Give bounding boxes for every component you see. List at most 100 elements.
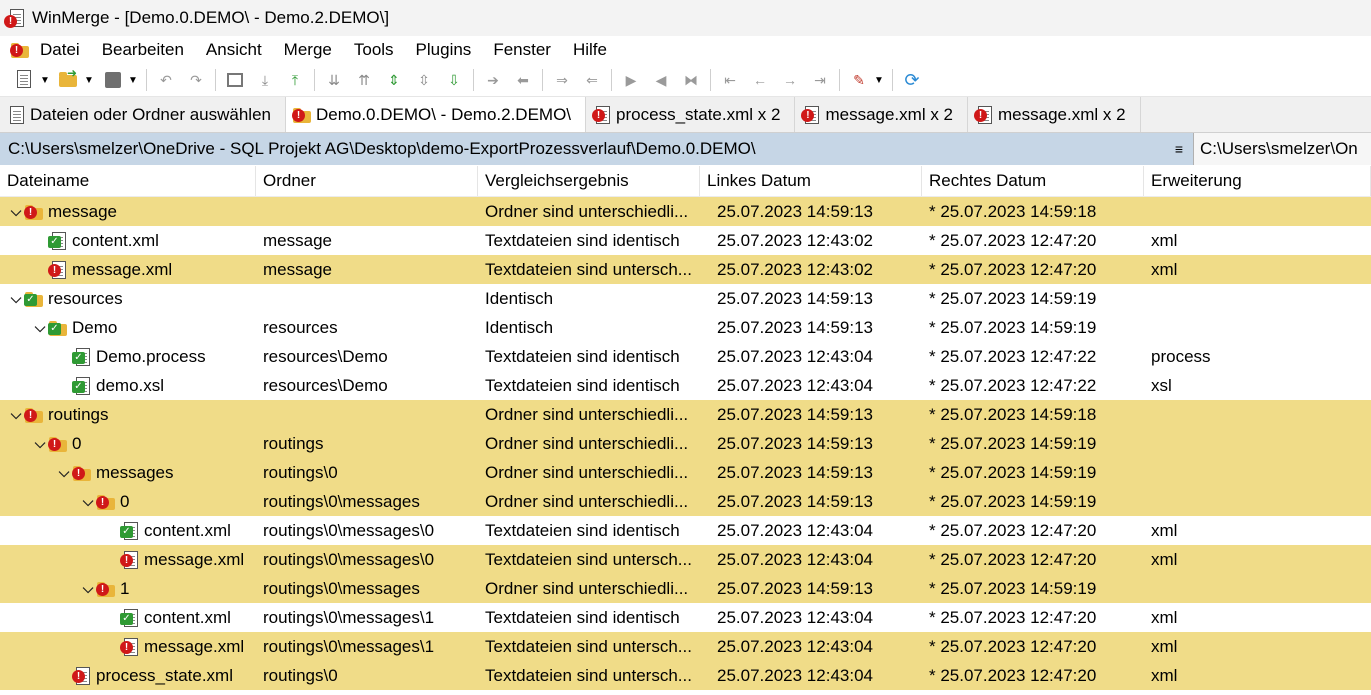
table-row[interactable]: ✓ content.xml routings\0\messages\0 Textdat…	[0, 516, 1371, 545]
all-left-icon[interactable]: ◀	[650, 69, 672, 91]
table-row[interactable]: ⌵! 1 routings\0\messages Ordner sind unters…	[0, 574, 1371, 603]
table-row[interactable]: ! process_state.xml routings\0 Textdateien …	[0, 661, 1371, 690]
cell-vergleichsergebnis: Textdateien sind identisch	[485, 346, 680, 366]
last-file-icon[interactable]: ⇥	[809, 69, 831, 91]
tab-process-state[interactable]: ! process_state.xml x 2	[586, 97, 796, 132]
prev-file-icon[interactable]: ←	[749, 69, 771, 91]
compare-icon[interactable]: ⧓	[680, 69, 702, 91]
table-row[interactable]: ✓ Demo.process resources\Demo Textdateien s…	[0, 342, 1371, 371]
menu-plugins[interactable]: Plugins	[416, 40, 472, 60]
table-row[interactable]: ⌵! message Ordner sind unterschiedli... 25.…	[0, 197, 1371, 226]
table-row[interactable]: ! message.xml routings\0\messages\0 Textdat…	[0, 545, 1371, 574]
file-name: resources	[48, 288, 123, 308]
save-icon[interactable]	[102, 69, 124, 91]
toolbar-separator	[839, 69, 840, 91]
table-row[interactable]: ✓ demo.xsl resources\Demo Textdateien sind …	[0, 371, 1371, 400]
chevron-down-icon[interactable]: ⌵	[80, 493, 96, 510]
next-diff-icon[interactable]: ⤓	[254, 69, 276, 91]
show-diff-icon[interactable]: ⇩	[443, 69, 465, 91]
table-row[interactable]: ⌵! routings Ordner sind unterschiedli... 25…	[0, 400, 1371, 429]
last-diff-icon[interactable]: ⇈	[353, 69, 375, 91]
table-row[interactable]: ⌵! messages routings\0 Ordner sind untersch…	[0, 458, 1371, 487]
table-row[interactable]: ⌵ ✓ resources Identisch 25.07.2023 14:59:13 *…	[0, 284, 1371, 313]
file-identical-icon: ✓	[48, 231, 68, 251]
copy-left-icon[interactable]: ⬅	[512, 69, 534, 91]
table-row[interactable]: ⌵ ✓ Demo resources Identisch 25.07.2023 14:59…	[0, 313, 1371, 342]
chevron-down-icon[interactable]: ⌵	[8, 406, 24, 423]
file-name: content.xml	[144, 607, 231, 627]
open-dropdown-icon[interactable]: ▼	[84, 69, 94, 91]
table-row[interactable]: ⌵! 0 routings\0\messages Ordner sind unters…	[0, 487, 1371, 516]
left-path[interactable]: C:\Users\smelzer\OneDrive - SQL Projekt …	[0, 139, 1165, 159]
table-row[interactable]: ! message.xml routings\0\messages\1 Textdat…	[0, 632, 1371, 661]
toolbar-separator	[215, 69, 216, 91]
cell-dateiname: ⌵! 0	[0, 429, 256, 458]
tools-icon[interactable]: ✎	[848, 69, 870, 91]
chevron-down-icon[interactable]: ⌵	[32, 319, 48, 336]
path-menu-icon[interactable]: ≡	[1165, 141, 1193, 157]
tab-select-files[interactable]: Dateien oder Ordner auswählen	[0, 97, 286, 132]
cell-vergleichsergebnis: Textdateien sind identisch	[485, 607, 680, 627]
new-icon[interactable]	[14, 69, 36, 91]
tab-message-2[interactable]: ! message.xml x 2	[968, 97, 1141, 132]
first-file-icon[interactable]: ⇤	[719, 69, 741, 91]
col-erweiterung[interactable]: Erweiterung	[1144, 166, 1371, 196]
first-diff-icon[interactable]: ⇊	[323, 69, 345, 91]
cell-ordner: message	[263, 230, 332, 250]
copy-left-advance-icon[interactable]: ⇐	[581, 69, 603, 91]
file-name: process_state.xml	[96, 665, 233, 685]
cell-dateiname: ! message.xml	[0, 632, 256, 661]
tab-message-1[interactable]: ! message.xml x 2	[795, 97, 968, 132]
document-menu-icon[interactable]: !	[10, 39, 32, 61]
col-linkes-datum[interactable]: Linkes Datum	[700, 166, 922, 196]
tools-dropdown-icon[interactable]: ▼	[874, 69, 884, 91]
cell-ordner	[256, 284, 478, 313]
menu-bearbeiten[interactable]: Bearbeiten	[102, 40, 184, 60]
col-ordner[interactable]: Ordner	[256, 166, 478, 196]
copy-right-advance-icon[interactable]: ⇒	[551, 69, 573, 91]
table-row[interactable]: ! message.xml message Textdateien sind unte…	[0, 255, 1371, 284]
copy-right-icon[interactable]: ➔	[482, 69, 504, 91]
prev-diff-icon[interactable]: ⤒	[284, 69, 306, 91]
table-row[interactable]: ⌵! 0 routings Ordner sind unterschiedli... 2…	[0, 429, 1371, 458]
menu-tools[interactable]: Tools	[354, 40, 394, 60]
cell-dateiname: ✓ content.xml	[0, 226, 256, 255]
cell-erweiterung	[1144, 313, 1371, 342]
cell-dateiname: ⌵! 1	[0, 574, 256, 603]
menu-merge[interactable]: Merge	[284, 40, 332, 60]
menu-hilfe[interactable]: Hilfe	[573, 40, 607, 60]
collapse-all-icon[interactable]: ⇳	[413, 69, 435, 91]
next-file-icon[interactable]: →	[779, 69, 801, 91]
file-diff-icon: !	[72, 666, 92, 686]
open-icon[interactable]: ➜	[58, 66, 80, 91]
toolbar: ▼ ➜ ▼ ▼ ↶ ↷ ⤓ ⤒ ⇊ ⇈ ⇕ ⇳ ⇩ ➔ ⬅ ⇒ ⇐ ▶ ◀ ⧓ …	[0, 64, 1371, 97]
menu-fenster[interactable]: Fenster	[493, 40, 551, 60]
save-dropdown-icon[interactable]: ▼	[128, 69, 138, 91]
cell-erweiterung	[1144, 574, 1371, 603]
chevron-down-icon[interactable]: ⌵	[32, 435, 48, 452]
winmerge-app-icon: !	[4, 7, 26, 29]
col-vergleichsergebnis[interactable]: Vergleichsergebnis	[478, 166, 700, 196]
chevron-down-icon[interactable]: ⌵	[8, 290, 24, 307]
redo-icon[interactable]: ↷	[185, 69, 207, 91]
menu-datei[interactable]: Datei	[40, 40, 80, 60]
undo-icon[interactable]: ↶	[155, 69, 177, 91]
file-diff-icon: !	[592, 105, 612, 125]
table-row[interactable]: ✓ content.xml message Textdateien sind iden…	[0, 226, 1371, 255]
all-right-icon[interactable]: ▶	[620, 69, 642, 91]
col-rechtes-datum[interactable]: Rechtes Datum	[922, 166, 1144, 196]
menu-ansicht[interactable]: Ansicht	[206, 40, 262, 60]
new-dropdown-icon[interactable]: ▼	[40, 69, 50, 91]
expand-all-icon[interactable]: ⇕	[383, 69, 405, 91]
cell-dateiname: ✓ content.xml	[0, 603, 256, 632]
toolbar-separator	[892, 69, 893, 91]
tab-folder-compare[interactable]: ! Demo.0.DEMO\ - Demo.2.DEMO\	[285, 97, 587, 132]
chevron-down-icon[interactable]: ⌵	[56, 464, 72, 481]
col-dateiname[interactable]: Dateiname	[0, 166, 256, 196]
options-icon[interactable]	[224, 69, 246, 91]
chevron-down-icon[interactable]: ⌵	[8, 203, 24, 220]
chevron-down-icon[interactable]: ⌵	[80, 580, 96, 597]
refresh-icon[interactable]: ⟳	[901, 69, 923, 91]
table-row[interactable]: ✓ content.xml routings\0\messages\1 Textdat…	[0, 603, 1371, 632]
right-path[interactable]: C:\Users\smelzer\On	[1193, 133, 1371, 165]
